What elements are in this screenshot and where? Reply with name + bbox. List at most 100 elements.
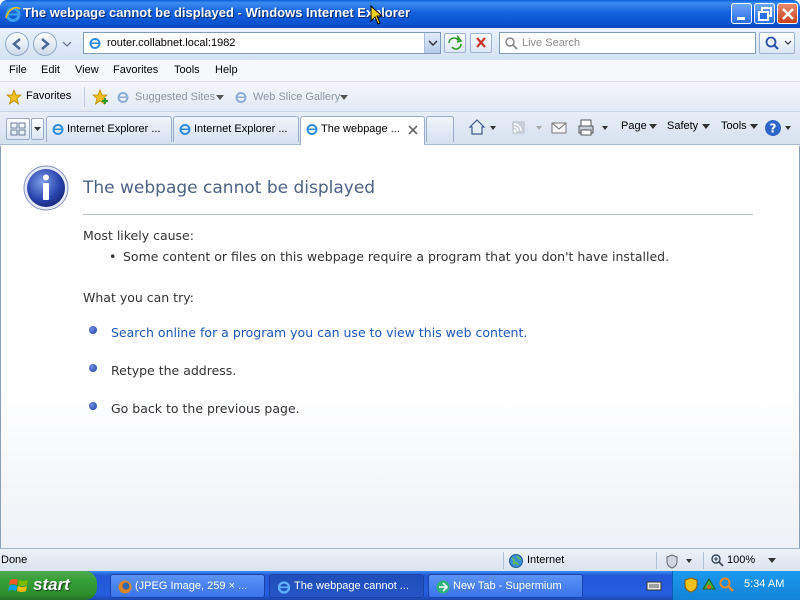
tab-list-button[interactable] bbox=[31, 118, 44, 140]
title-bar[interactable]: The webpage cannot be displayed - Window… bbox=[0, 0, 800, 28]
menu-help[interactable]: Help bbox=[215, 64, 238, 76]
menu-edit[interactable]: Edit bbox=[41, 64, 60, 76]
title-divider bbox=[83, 214, 753, 215]
favorites-button[interactable]: Favorites bbox=[2, 86, 82, 108]
tab-label: Internet Explorer ... bbox=[194, 123, 288, 135]
what-to-try-heading: What you can try: bbox=[83, 290, 194, 305]
retype-address-item: Retype the address. bbox=[111, 363, 237, 378]
web-slice-gallery-button[interactable]: Web Slice Gallery bbox=[234, 86, 350, 108]
page-menu[interactable]: Page bbox=[621, 120, 647, 132]
taskbar-item-supermium[interactable]: New Tab - Supermium bbox=[428, 574, 583, 598]
home-icon[interactable] bbox=[468, 118, 498, 138]
quick-tabs-icon bbox=[10, 122, 26, 136]
feeds-icon[interactable] bbox=[510, 118, 544, 138]
favorites-label: Favorites bbox=[26, 90, 72, 102]
zoom-icon bbox=[711, 554, 724, 567]
suggested-sites-label: Suggested Sites bbox=[135, 91, 216, 103]
mouse-cursor-icon bbox=[370, 5, 384, 25]
restore-icon bbox=[758, 7, 772, 21]
refresh-button[interactable] bbox=[444, 33, 466, 53]
new-tab-button[interactable] bbox=[426, 116, 454, 142]
ie-icon bbox=[277, 581, 291, 594]
page-ie-icon bbox=[89, 38, 101, 49]
safety-menu[interactable]: Safety bbox=[667, 120, 698, 132]
svg-text:?: ? bbox=[770, 122, 777, 136]
page-content: The webpage cannot be displayed Most lik… bbox=[0, 146, 800, 548]
chevron-down-icon bbox=[750, 124, 758, 129]
search-icon bbox=[765, 36, 792, 50]
address-dropdown-button[interactable] bbox=[424, 33, 440, 53]
security-shield-icon[interactable] bbox=[683, 577, 699, 593]
page-title: The webpage cannot be displayed bbox=[83, 178, 376, 198]
live-search-icon bbox=[505, 37, 518, 50]
status-text: Done bbox=[1, 554, 28, 566]
forward-button[interactable] bbox=[33, 32, 57, 56]
security-zone[interactable]: Internet bbox=[527, 554, 564, 566]
search-tray-icon[interactable] bbox=[719, 577, 735, 593]
close-tab-icon[interactable] bbox=[408, 125, 418, 135]
suggested-sites-button[interactable]: Suggested Sites bbox=[116, 86, 226, 108]
status-separator bbox=[703, 552, 704, 569]
search-online-link[interactable]: Search online for a program you can use … bbox=[111, 325, 527, 340]
supermium-icon bbox=[436, 580, 450, 594]
bullet-icon bbox=[89, 364, 97, 372]
minimize-button[interactable] bbox=[731, 3, 752, 24]
tools-menu[interactable]: Tools bbox=[721, 120, 747, 132]
system-tray: 5:34 AM bbox=[672, 571, 800, 600]
ie-icon bbox=[306, 124, 318, 135]
network-icon[interactable] bbox=[701, 577, 717, 593]
web-slice-gallery-label: Web Slice Gallery bbox=[253, 91, 341, 103]
tab-internet-explorer-1[interactable]: Internet Explorer ... bbox=[46, 116, 172, 142]
search-button[interactable] bbox=[759, 32, 795, 54]
chevron-down-icon bbox=[216, 95, 224, 100]
status-bar: Done Internet 100% bbox=[0, 548, 800, 571]
chevron-down-icon bbox=[340, 95, 348, 100]
favbar-separator bbox=[84, 87, 85, 107]
stop-icon bbox=[476, 37, 486, 48]
ie-icon bbox=[5, 6, 21, 22]
bullet-icon bbox=[89, 402, 97, 410]
search-placeholder: Live Search bbox=[522, 37, 581, 49]
help-icon[interactable]: ? bbox=[763, 117, 797, 139]
chevron-down-icon bbox=[428, 40, 438, 47]
menu-view[interactable]: View bbox=[75, 64, 99, 76]
ie-page-icon bbox=[117, 92, 129, 103]
tab-active-webpage[interactable]: The webpage ... bbox=[300, 116, 425, 145]
stop-button[interactable] bbox=[470, 33, 492, 53]
protected-mode-icon[interactable] bbox=[664, 553, 696, 569]
taskbar-item-jpeg[interactable]: (JPEG Image, 259 × ... bbox=[110, 574, 265, 598]
keyboard-icon[interactable] bbox=[646, 578, 662, 594]
print-icon[interactable] bbox=[577, 118, 611, 138]
windows-logo-icon bbox=[8, 579, 28, 592]
chevron-down-icon[interactable] bbox=[768, 558, 776, 564]
add-to-favorites-icon[interactable] bbox=[92, 89, 110, 105]
start-button[interactable]: start bbox=[0, 571, 97, 600]
restore-button[interactable] bbox=[754, 3, 775, 24]
tab-label: Internet Explorer ... bbox=[67, 123, 161, 135]
quick-tabs-button[interactable] bbox=[6, 118, 30, 140]
menu-file[interactable]: File bbox=[9, 64, 27, 76]
taskbar-item-ie[interactable]: The webpage cannot ... bbox=[269, 574, 424, 598]
history-dropdown-icon[interactable] bbox=[62, 40, 72, 48]
search-field[interactable]: Live Search bbox=[499, 32, 756, 54]
info-icon bbox=[23, 165, 69, 211]
address-field[interactable]: router.collabnet.local:1982 bbox=[83, 32, 441, 54]
url-text: router.collabnet.local:1982 bbox=[107, 37, 236, 49]
star-icon bbox=[6, 89, 22, 105]
menu-favorites[interactable]: Favorites bbox=[113, 64, 158, 76]
chevron-down-icon bbox=[702, 124, 710, 129]
start-label: start bbox=[33, 575, 70, 594]
read-mail-icon[interactable] bbox=[550, 119, 568, 137]
back-arrow-icon bbox=[12, 38, 21, 50]
address-toolbar: router.collabnet.local:1982 Live Search bbox=[0, 28, 800, 60]
zoom-level[interactable]: 100% bbox=[727, 554, 755, 566]
close-button[interactable] bbox=[777, 3, 798, 24]
firefox-icon bbox=[118, 580, 132, 594]
tab-internet-explorer-2[interactable]: Internet Explorer ... bbox=[173, 116, 299, 142]
task-label: (JPEG Image, 259 × ... bbox=[135, 580, 248, 592]
menu-tools[interactable]: Tools bbox=[174, 64, 200, 76]
likely-cause-heading: Most likely cause: bbox=[83, 228, 194, 243]
menu-bar: File Edit View Favorites Tools Help bbox=[0, 60, 800, 82]
back-button[interactable] bbox=[5, 32, 29, 56]
minimize-icon bbox=[737, 17, 745, 20]
